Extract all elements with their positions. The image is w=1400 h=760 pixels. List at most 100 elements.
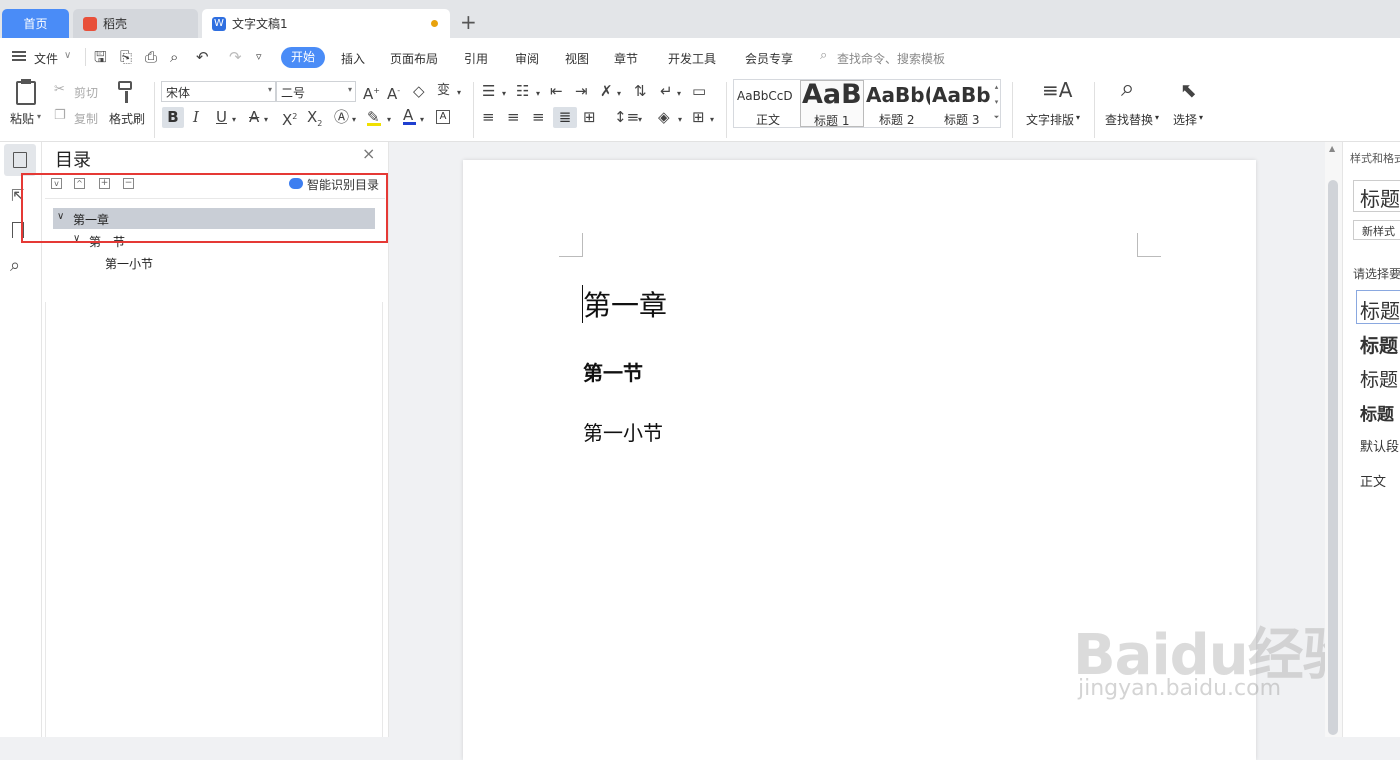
menu-file[interactable]: 文件 (34, 50, 58, 67)
vertical-scrollbar[interactable]: ▲ (1325, 142, 1342, 737)
highlight-color-icon[interactable]: ✎ (367, 108, 381, 126)
doc-heading-2[interactable]: 第一节 (583, 357, 643, 386)
style-list-default-paragraph[interactable]: 默认段 (1360, 436, 1399, 455)
character-border-icon[interactable]: A (436, 110, 450, 124)
ruler-icon[interactable]: ▭ (692, 82, 706, 100)
paste-button[interactable]: 粘贴 (10, 110, 34, 127)
select-button[interactable]: 选择 (1173, 111, 1197, 128)
decrease-indent-icon[interactable]: ⇤ (550, 82, 563, 100)
style-heading-3[interactable]: AaBb( 标题 3 (930, 80, 992, 127)
tab-home[interactable]: 首页 (2, 9, 69, 38)
chevron-down-icon[interactable]: ▾ (1199, 113, 1203, 122)
underline-button[interactable]: U (216, 108, 227, 126)
chinese-layout-icon[interactable]: ✗ (600, 82, 613, 100)
menu-page-layout[interactable]: 页面布局 (390, 50, 438, 67)
clear-format-icon[interactable]: ◇ (413, 82, 425, 100)
menu-review[interactable]: 审阅 (515, 50, 539, 67)
print-preview-icon[interactable]: ⌕ (170, 48, 178, 66)
cut-button[interactable]: 剪切 (74, 84, 98, 101)
quick-access-more-icon[interactable]: ▿ (256, 48, 262, 66)
align-left-icon[interactable]: ≡ (482, 108, 495, 126)
font-size-select[interactable]: 二号 ▾ (276, 81, 356, 102)
text-effect-icon[interactable]: Ⓐ (334, 108, 349, 126)
font-name-select[interactable]: 宋体 ▾ (161, 81, 276, 102)
align-center-icon[interactable]: ≡ (507, 108, 520, 126)
chevron-down-icon[interactable]: ▾ (638, 111, 642, 129)
paste-chevron-down-icon[interactable]: ▾ (37, 112, 41, 121)
italic-button[interactable]: I (193, 108, 199, 126)
menu-start[interactable]: 开始 (281, 47, 325, 68)
scroll-up-icon[interactable]: ▲ (1329, 144, 1335, 153)
format-painter-icon[interactable] (118, 81, 134, 105)
chevron-down-icon[interactable]: ▾ (617, 85, 621, 103)
bullet-list-icon[interactable]: ☰ (482, 82, 495, 100)
chevron-down-icon[interactable]: ▾ (677, 85, 681, 103)
format-painter-button[interactable]: 格式刷 (109, 110, 145, 127)
chevron-down-icon[interactable]: ▾ (502, 85, 506, 103)
chevron-down-icon[interactable]: ▾ (352, 111, 356, 129)
hamburger-icon[interactable] (12, 51, 26, 61)
new-style-button[interactable]: 新样式 (1353, 220, 1400, 240)
menu-insert[interactable]: 插入 (341, 50, 365, 67)
style-list-heading-3[interactable]: 标题 (1360, 365, 1398, 392)
chevron-down-icon[interactable]: ▾ (264, 111, 268, 129)
style-normal[interactable]: AaBbCcD 正文 (734, 80, 800, 127)
align-justify-icon[interactable]: ≣ (553, 107, 577, 128)
chevron-down-icon[interactable]: ▾ (387, 111, 391, 129)
menu-view[interactable]: 视图 (565, 50, 589, 67)
chevron-down-icon[interactable]: ▾ (232, 111, 236, 129)
style-heading-1[interactable]: AaB 标题 1 (800, 79, 864, 128)
increase-indent-icon[interactable]: ⇥ (575, 82, 588, 100)
shading-icon[interactable]: ◈ (658, 108, 670, 126)
menu-reference[interactable]: 引用 (464, 50, 488, 67)
superscript-button[interactable]: X2 (282, 108, 297, 129)
subscript-button[interactable]: X2 (307, 108, 322, 133)
select-cursor-icon[interactable]: ⬉ (1180, 80, 1197, 100)
menu-section[interactable]: 章节 (614, 50, 638, 67)
show-marks-icon[interactable]: ↵ (660, 82, 673, 100)
cut-icon[interactable]: ✂ (54, 82, 65, 97)
paste-icon[interactable] (16, 79, 36, 105)
bold-button[interactable]: B (162, 107, 184, 128)
borders-icon[interactable]: ⊞ (692, 108, 705, 126)
save-icon[interactable]: 🖫 (94, 48, 107, 66)
style-list-heading-2[interactable]: 标题 (1360, 331, 1398, 358)
grow-font-icon[interactable]: A+ (363, 82, 380, 103)
font-color-icon[interactable]: A (403, 106, 416, 125)
numbered-list-icon[interactable]: ☷ (516, 82, 529, 100)
sort-icon[interactable]: ⇅ (634, 82, 647, 100)
line-spacing-icon[interactable]: ↕≡ (614, 108, 639, 126)
tab-daoke[interactable]: 稻壳 (73, 9, 198, 38)
doc-heading-1[interactable]: 第一章 (583, 284, 667, 324)
menu-vip[interactable]: 会员专享 (745, 50, 793, 67)
chevron-down-icon[interactable]: ▾ (1155, 113, 1159, 122)
export-pdf-icon[interactable]: ⎘ (120, 48, 132, 66)
command-search-input[interactable]: 查找命令、搜索模板 (837, 50, 945, 67)
new-tab-button[interactable]: + (460, 11, 477, 33)
chevron-down-icon[interactable]: ▾ (1076, 113, 1080, 122)
style-list-heading-1[interactable]: 标题 (1360, 295, 1400, 324)
distributed-align-icon[interactable]: ⊞ (583, 108, 596, 126)
file-chevron-down-icon[interactable]: ∨ (64, 50, 71, 61)
scrollbar-thumb[interactable] (1328, 180, 1338, 735)
chevron-down-icon[interactable]: ▾ (420, 111, 424, 129)
copy-button[interactable]: 复制 (74, 110, 98, 127)
chevron-down-icon[interactable]: ▾ (678, 111, 682, 129)
search-icon[interactable]: ⌕ (10, 255, 20, 276)
strikethrough-button[interactable]: A (249, 108, 259, 126)
find-replace-icon[interactable]: ⌕ (1121, 76, 1134, 100)
copy-icon[interactable]: ❐ (54, 108, 66, 123)
doc-heading-3[interactable]: 第一小节 (583, 417, 663, 446)
redo-icon[interactable]: ↷ (229, 48, 242, 66)
menu-devtools[interactable]: 开发工具 (668, 50, 716, 67)
toc-item-subsection[interactable]: 第一小节 (105, 255, 153, 272)
text-layout-icon[interactable]: ≡A (1042, 80, 1072, 100)
chevron-down-icon[interactable]: ▾ (457, 84, 461, 102)
tab-document[interactable]: W 文字文稿1 (202, 9, 450, 38)
close-icon[interactable]: × (362, 144, 375, 163)
toc-panel-button[interactable] (4, 144, 36, 176)
chevron-down-icon[interactable]: ▾ (710, 111, 714, 129)
phonetic-guide-icon[interactable]: 变 (437, 82, 450, 100)
shrink-font-icon[interactable]: A- (387, 82, 400, 103)
style-list-heading-4[interactable]: 标题 (1360, 400, 1394, 425)
